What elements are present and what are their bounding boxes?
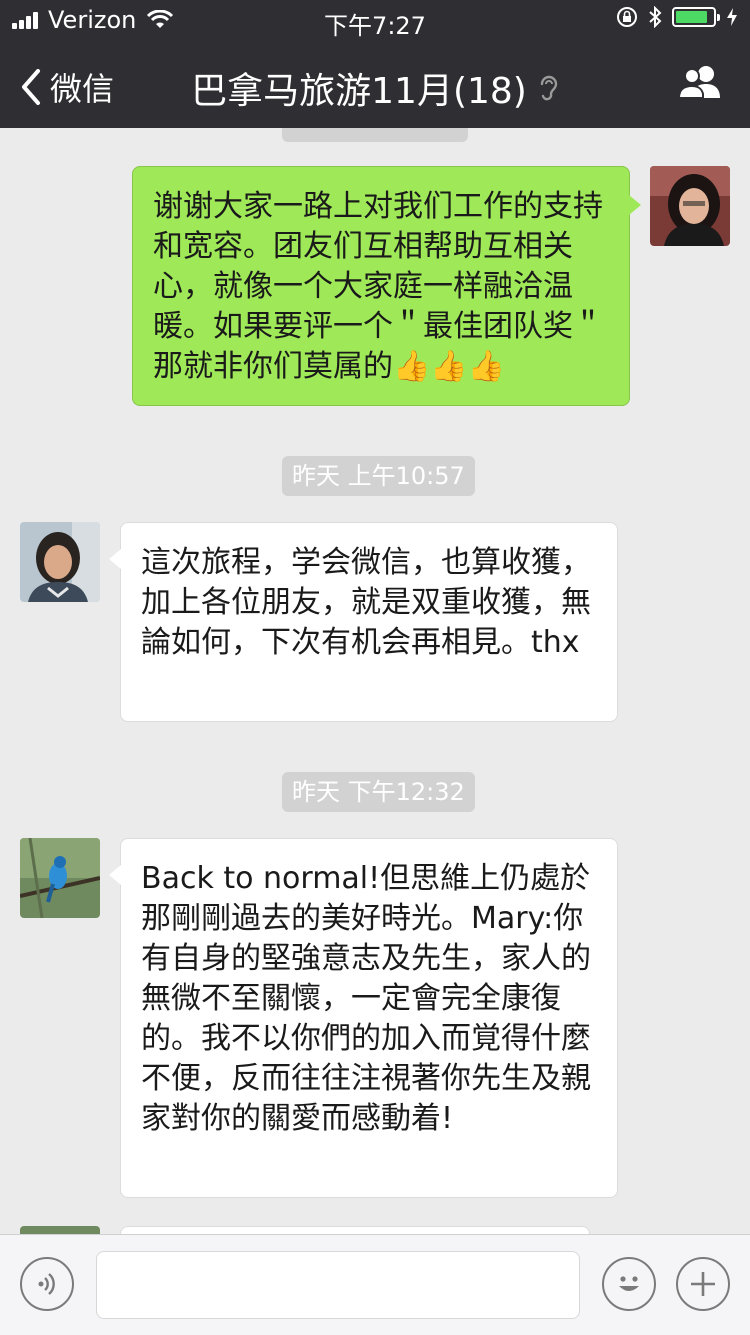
sender-avatar[interactable] (20, 838, 100, 918)
voice-button[interactable] (20, 1257, 74, 1311)
timestamp-clipped (282, 128, 468, 142)
plus-icon (691, 1272, 715, 1296)
nav-bar: 微信 巴拿马旅游11月(18) (0, 40, 750, 128)
thumbs-up-icon: 👍👍👍 (393, 349, 506, 384)
input-bar (0, 1234, 750, 1335)
my-avatar[interactable] (650, 166, 730, 246)
emoji-button[interactable] (602, 1257, 656, 1311)
avatar-image-woman-dark-hair (650, 166, 730, 246)
message-bubble-partial[interactable] (120, 1226, 590, 1234)
chat-title: 巴拿马旅游11月(18) (191, 71, 527, 112)
timestamp: 昨天 上午10:57 (282, 456, 475, 496)
timestamp: 昨天 下午12:32 (282, 772, 475, 812)
message-text: 谢谢大家一路上对我们工作的支持和宽容。团友们互相帮助互相关心，就像一个大家庭一样… (153, 189, 603, 384)
sender-avatar[interactable] (20, 522, 100, 602)
rotation-lock-icon (617, 7, 637, 27)
message-bubble-outgoing[interactable]: 谢谢大家一路上对我们工作的支持和宽容。团友们互相帮助互相关心，就像一个大家庭一样… (132, 166, 641, 406)
message-bubble-incoming[interactable]: Back to normal!但思維上仍處於那剛剛過去的美好時光。Mary:你有… (109, 838, 618, 1198)
battery-level (676, 11, 707, 23)
charging-icon (727, 8, 737, 26)
message-input[interactable] (96, 1251, 580, 1319)
message-text: 這次旅程，学会微信，也算收獲，加上各位朋友，就是双重收獲，無論如何，下次有机会再… (141, 545, 591, 660)
battery-icon (672, 7, 720, 27)
group-members-button[interactable] (677, 64, 724, 104)
group-icon (677, 66, 720, 99)
voice-icon (38, 1273, 55, 1295)
bluetooth-icon (649, 6, 662, 28)
message-text: Back to normal!但思維上仍處於那剛剛過去的美好時光。Mary:你有… (141, 861, 591, 1136)
sender-avatar-partial[interactable] (20, 1226, 100, 1234)
emoji-icon (619, 1276, 639, 1291)
status-bar: Verizon 下午7:27 (0, 0, 750, 40)
top-bar: Verizon 下午7:27 微信 巴拿马旅游11月(18) (0, 0, 750, 128)
more-button[interactable] (676, 1257, 730, 1311)
ear-icon (540, 75, 558, 101)
chat-area[interactable]: 谢谢大家一路上对我们工作的支持和宽容。团友们互相帮助互相关心，就像一个大家庭一样… (0, 128, 750, 1234)
avatar-image-blue-bird (20, 838, 100, 918)
message-bubble-incoming[interactable]: 這次旅程，学会微信，也算收獲，加上各位朋友，就是双重收獲，無論如何，下次有机会再… (109, 522, 618, 722)
avatar-image-woman-portrait (20, 522, 100, 602)
